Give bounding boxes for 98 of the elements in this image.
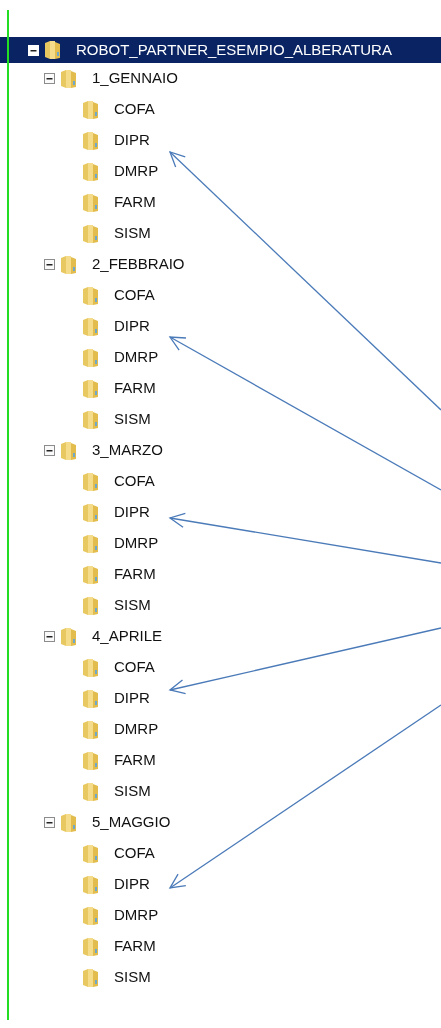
folder-label: DIPR (114, 130, 150, 151)
tree-item[interactable]: COFA (0, 652, 441, 683)
folder-label: DMRP (114, 347, 159, 368)
folder-label: ROBOT_PARTNER_ESEMPIO_ALBERATURA (76, 39, 392, 60)
tree-item[interactable]: COFA (0, 280, 441, 311)
folder-label: 4_APRILE (92, 626, 163, 647)
folder-icon (60, 68, 78, 89)
folder-label: SISM (114, 967, 151, 988)
folder-icon (60, 440, 78, 461)
tree-item[interactable]: FARM (0, 745, 441, 776)
tree-item[interactable]: SISM (0, 590, 441, 621)
folder-label: FARM (114, 378, 156, 399)
folder-icon (82, 905, 100, 926)
folder-label: COFA (114, 99, 155, 120)
tree-item[interactable]: COFA (0, 466, 441, 497)
folder-icon (82, 595, 100, 616)
folder-icon (82, 502, 100, 523)
folder-icon (44, 40, 62, 60)
folder-icon (82, 161, 100, 182)
tree-item[interactable]: 5_MAGGIO (0, 807, 441, 838)
folder-label: FARM (114, 936, 156, 957)
folder-label: 5_MAGGIO (92, 812, 171, 833)
tree-item[interactable]: SISM (0, 404, 441, 435)
collapse-icon[interactable] (44, 817, 55, 828)
folder-label: DMRP (114, 719, 159, 740)
folder-label: COFA (114, 657, 155, 678)
folder-icon (82, 657, 100, 678)
tree-item[interactable]: 1_GENNAIO (0, 63, 441, 94)
tree-item[interactable]: FARM (0, 187, 441, 218)
tree-item[interactable]: 3_MARZO (0, 435, 441, 466)
folder-label: 3_MARZO (92, 440, 163, 461)
tree-item[interactable]: SISM (0, 776, 441, 807)
folder-icon (82, 316, 100, 337)
tree-item[interactable]: DMRP (0, 342, 441, 373)
folder-label: FARM (114, 750, 156, 771)
tree-item[interactable]: COFA (0, 838, 441, 869)
folder-label: DIPR (114, 874, 150, 895)
tree-item[interactable]: DMRP (0, 528, 441, 559)
tree-item[interactable]: FARM (0, 559, 441, 590)
folder-icon (82, 533, 100, 554)
folder-label: DMRP (114, 161, 159, 182)
tree-item[interactable]: 2_FEBBRAIO (0, 249, 441, 280)
collapse-icon[interactable] (44, 445, 55, 456)
folder-label: COFA (114, 471, 155, 492)
folder-label: COFA (114, 285, 155, 306)
folder-label: SISM (114, 781, 151, 802)
folder-icon (82, 719, 100, 740)
folder-label: DIPR (114, 688, 150, 709)
folder-icon (82, 409, 100, 430)
folder-icon (82, 843, 100, 864)
tree-item[interactable]: 4_APRILE (0, 621, 441, 652)
folder-icon (82, 781, 100, 802)
folder-label: DIPR (114, 316, 150, 337)
collapse-icon[interactable] (44, 73, 55, 84)
folder-label: SISM (114, 595, 151, 616)
folder-icon (82, 874, 100, 895)
tree-item[interactable]: DIPR (0, 497, 441, 528)
collapse-icon[interactable] (44, 631, 55, 642)
folder-icon (82, 750, 100, 771)
tree-item[interactable]: DIPR (0, 683, 441, 714)
tree-item[interactable]: DIPR (0, 311, 441, 342)
folder-icon (60, 626, 78, 647)
folder-icon (82, 936, 100, 957)
folder-icon (82, 99, 100, 120)
tree-item[interactable]: SISM (0, 962, 441, 993)
folder-label: COFA (114, 843, 155, 864)
folder-icon (82, 967, 100, 988)
folder-icon (82, 192, 100, 213)
tree-item[interactable]: DIPR (0, 125, 441, 156)
tree-item[interactable]: DMRP (0, 156, 441, 187)
folder-label: FARM (114, 192, 156, 213)
folder-label: 2_FEBBRAIO (92, 254, 185, 275)
collapse-icon[interactable] (44, 259, 55, 270)
folder-label: DIPR (114, 502, 150, 523)
folder-icon (82, 564, 100, 585)
folder-label: FARM (114, 564, 156, 585)
folder-icon (82, 471, 100, 492)
folder-label: 1_GENNAIO (92, 68, 178, 89)
folder-label: SISM (114, 409, 151, 430)
tree-item[interactable]: DMRP (0, 900, 441, 931)
tree-item[interactable]: FARM (0, 931, 441, 962)
folder-label: SISM (114, 223, 151, 244)
tree-item[interactable]: DMRP (0, 714, 441, 745)
folder-icon (82, 347, 100, 368)
folder-icon (82, 378, 100, 399)
folder-icon (60, 812, 78, 833)
tree-item[interactable]: COFA (0, 94, 441, 125)
tree-item[interactable]: DIPR (0, 869, 441, 900)
tree-item[interactable]: FARM (0, 373, 441, 404)
folder-icon (82, 223, 100, 244)
tree-item[interactable]: ROBOT_PARTNER_ESEMPIO_ALBERATURA (0, 37, 441, 63)
folder-icon (82, 688, 100, 709)
folder-label: DMRP (114, 905, 159, 926)
folder-label: DMRP (114, 533, 159, 554)
folder-icon (82, 130, 100, 151)
tree-item[interactable]: SISM (0, 218, 441, 249)
folder-icon (82, 285, 100, 306)
folder-icon (60, 254, 78, 275)
